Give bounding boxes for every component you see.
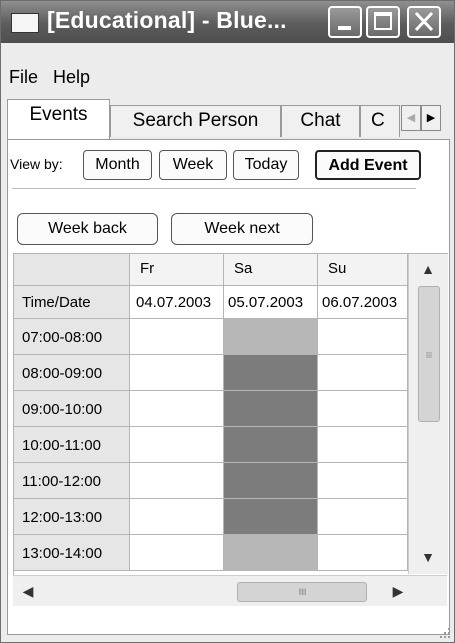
time-date-label: Time/Date	[14, 286, 130, 319]
event-block[interactable]	[224, 427, 318, 463]
time-slot-label: 09:00-10:00	[14, 391, 130, 427]
app-window: [Educational] - Blue... File Help Events…	[0, 0, 455, 643]
close-button[interactable]	[407, 6, 441, 38]
tab-strip: Events Search Person Chat C	[1, 99, 454, 139]
vertical-scrollbar[interactable]: ▲ ≡ ▼	[408, 254, 448, 574]
time-slot-label: 10:00-11:00	[14, 427, 130, 463]
scroll-left-icon[interactable]: ◀	[17, 580, 39, 602]
menu-file[interactable]: File	[9, 67, 38, 88]
close-icon	[414, 11, 434, 32]
tab-search-person[interactable]: Search Person	[110, 105, 281, 137]
slot-cell[interactable]	[130, 391, 224, 427]
slot-cell[interactable]	[130, 535, 224, 571]
maximize-icon	[374, 12, 392, 30]
resize-grip-icon[interactable]	[436, 624, 452, 640]
minimize-icon	[338, 26, 351, 30]
day-header-fr[interactable]: Fr	[130, 254, 224, 286]
time-slot-label: 12:00-13:00	[14, 499, 130, 535]
maximize-button[interactable]	[366, 6, 400, 38]
slot-cell[interactable]	[318, 427, 408, 463]
calendar-grid: Fr Sa Su Time/Date 04.07.2003 05.07.2003…	[13, 253, 448, 575]
event-block[interactable]	[224, 391, 318, 427]
title-bar[interactable]: [Educational] - Blue...	[1, 1, 454, 43]
add-event-button[interactable]: Add Event	[315, 150, 421, 180]
vertical-scroll-thumb[interactable]: ≡	[418, 286, 440, 422]
event-block[interactable]	[224, 463, 318, 499]
date-cell-su[interactable]: 06.07.2003	[318, 286, 408, 319]
horizontal-scrollbar[interactable]: ◀ IIIII ▶	[13, 575, 447, 606]
view-by-label: View by:	[10, 156, 63, 172]
today-button[interactable]: Today	[233, 150, 299, 180]
slot-cell[interactable]	[318, 355, 408, 391]
slot-cell[interactable]	[130, 319, 224, 355]
time-slot-label: 08:00-09:00	[14, 355, 130, 391]
day-header-su[interactable]: Su	[318, 254, 408, 286]
event-block[interactable]	[224, 319, 318, 355]
event-block[interactable]	[224, 535, 318, 571]
tab-overflow[interactable]: C	[360, 105, 400, 137]
scroll-down-icon[interactable]: ▼	[417, 546, 439, 568]
date-cell-fr[interactable]: 04.07.2003	[130, 286, 224, 319]
slot-cell[interactable]	[130, 499, 224, 535]
week-back-button[interactable]: Week back	[17, 213, 158, 245]
minimize-button[interactable]	[328, 6, 362, 38]
slot-cell[interactable]	[318, 499, 408, 535]
event-block[interactable]	[224, 499, 318, 535]
month-button[interactable]: Month	[83, 150, 152, 180]
app-icon	[11, 13, 39, 33]
day-header-sa[interactable]: Sa	[224, 254, 318, 286]
slot-cell[interactable]	[318, 463, 408, 499]
tab-chat[interactable]: Chat	[281, 105, 360, 137]
slot-cell[interactable]	[130, 463, 224, 499]
slot-cell[interactable]	[130, 427, 224, 463]
tab-scroll-right-icon[interactable]: ▶	[421, 105, 441, 131]
corner-header	[14, 254, 130, 286]
time-slot-label: 13:00-14:00	[14, 535, 130, 571]
horizontal-scroll-thumb[interactable]: IIIII	[237, 582, 367, 602]
event-block[interactable]	[224, 355, 318, 391]
scroll-right-icon[interactable]: ▶	[387, 580, 409, 602]
events-panel: View by: Month Week Today Add Event Week…	[7, 139, 450, 635]
slot-cell[interactable]	[318, 319, 408, 355]
slot-cell[interactable]	[318, 535, 408, 571]
toolbar-divider	[12, 188, 416, 189]
time-slot-label: 11:00-12:00	[14, 463, 130, 499]
week-button[interactable]: Week	[159, 150, 227, 180]
menu-help[interactable]: Help	[53, 67, 90, 88]
window-title: [Educational] - Blue...	[47, 7, 287, 33]
date-cell-sa[interactable]: 05.07.2003	[224, 286, 318, 319]
slot-cell[interactable]	[318, 391, 408, 427]
tab-events[interactable]: Events	[7, 99, 110, 139]
menu-bar: File Help	[1, 59, 454, 93]
time-slot-label: 07:00-08:00	[14, 319, 130, 355]
scroll-up-icon[interactable]: ▲	[417, 258, 439, 280]
tab-scroll-left-icon[interactable]: ◀	[401, 105, 421, 131]
week-next-button[interactable]: Week next	[171, 213, 313, 245]
slot-cell[interactable]	[130, 355, 224, 391]
